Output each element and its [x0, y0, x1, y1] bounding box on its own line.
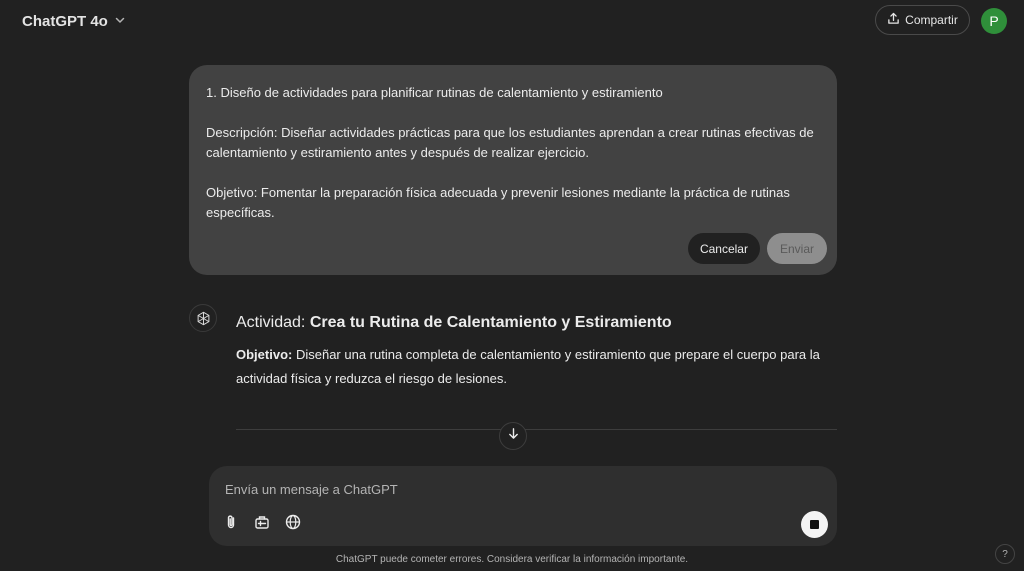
assistant-objective-label: Objetivo:	[236, 347, 293, 362]
assistant-heading-prefix: Actividad:	[236, 314, 310, 331]
edit-message-textarea[interactable]: 1. Diseño de actividades para planificar…	[206, 83, 820, 223]
attach-button[interactable]	[221, 514, 241, 534]
share-label: Compartir	[905, 13, 958, 27]
help-button[interactable]: ?	[995, 544, 1015, 564]
chat-page: ChatGPT 4o Compartir P 1. Diseño de acti…	[0, 0, 1024, 571]
composer-tools	[221, 514, 303, 534]
edit-actions: Cancelar Enviar	[687, 233, 827, 264]
message-composer	[209, 466, 837, 546]
tools-button[interactable]	[252, 514, 272, 534]
share-icon	[887, 12, 900, 28]
assistant-objective: Objetivo: Diseñar una rutina completa de…	[236, 343, 836, 391]
stop-icon	[810, 520, 819, 529]
assistant-heading: Actividad: Crea tu Rutina de Calentamien…	[236, 312, 672, 334]
scroll-down-button[interactable]	[499, 422, 527, 450]
top-header: ChatGPT 4o Compartir P	[0, 0, 1024, 42]
arrow-down-icon	[507, 427, 520, 445]
edit-message-bubble[interactable]: 1. Diseño de actividades para planificar…	[189, 65, 837, 275]
assistant-heading-title: Crea tu Rutina de Calentamiento y Estira…	[309, 314, 672, 331]
stop-generating-button[interactable]	[801, 511, 828, 538]
user-avatar[interactable]: P	[981, 8, 1007, 34]
paperclip-icon	[222, 513, 240, 536]
openai-logo-icon	[189, 304, 217, 332]
send-button[interactable]: Enviar	[766, 233, 827, 264]
divider	[236, 429, 837, 430]
message-input[interactable]	[223, 478, 787, 500]
edit-description: Descripción: Diseñar actividades práctic…	[206, 125, 814, 160]
globe-icon	[284, 513, 302, 536]
edit-title-line: 1. Diseño de actividades para planificar…	[206, 85, 663, 100]
toolbox-icon	[253, 513, 271, 536]
model-selector[interactable]: ChatGPT 4o	[14, 8, 134, 34]
share-button[interactable]: Compartir	[875, 5, 970, 35]
edit-objective: Objetivo: Fomentar la preparación física…	[206, 185, 790, 220]
web-search-button[interactable]	[283, 514, 303, 534]
disclaimer: ChatGPT puede cometer errores. Considera…	[335, 554, 689, 565]
model-name: ChatGPT 4o	[22, 12, 108, 30]
assistant-objective-text: Diseñar una rutina completa de calentami…	[236, 347, 820, 386]
cancel-button[interactable]: Cancelar	[687, 233, 760, 264]
chevron-down-icon	[114, 13, 126, 30]
